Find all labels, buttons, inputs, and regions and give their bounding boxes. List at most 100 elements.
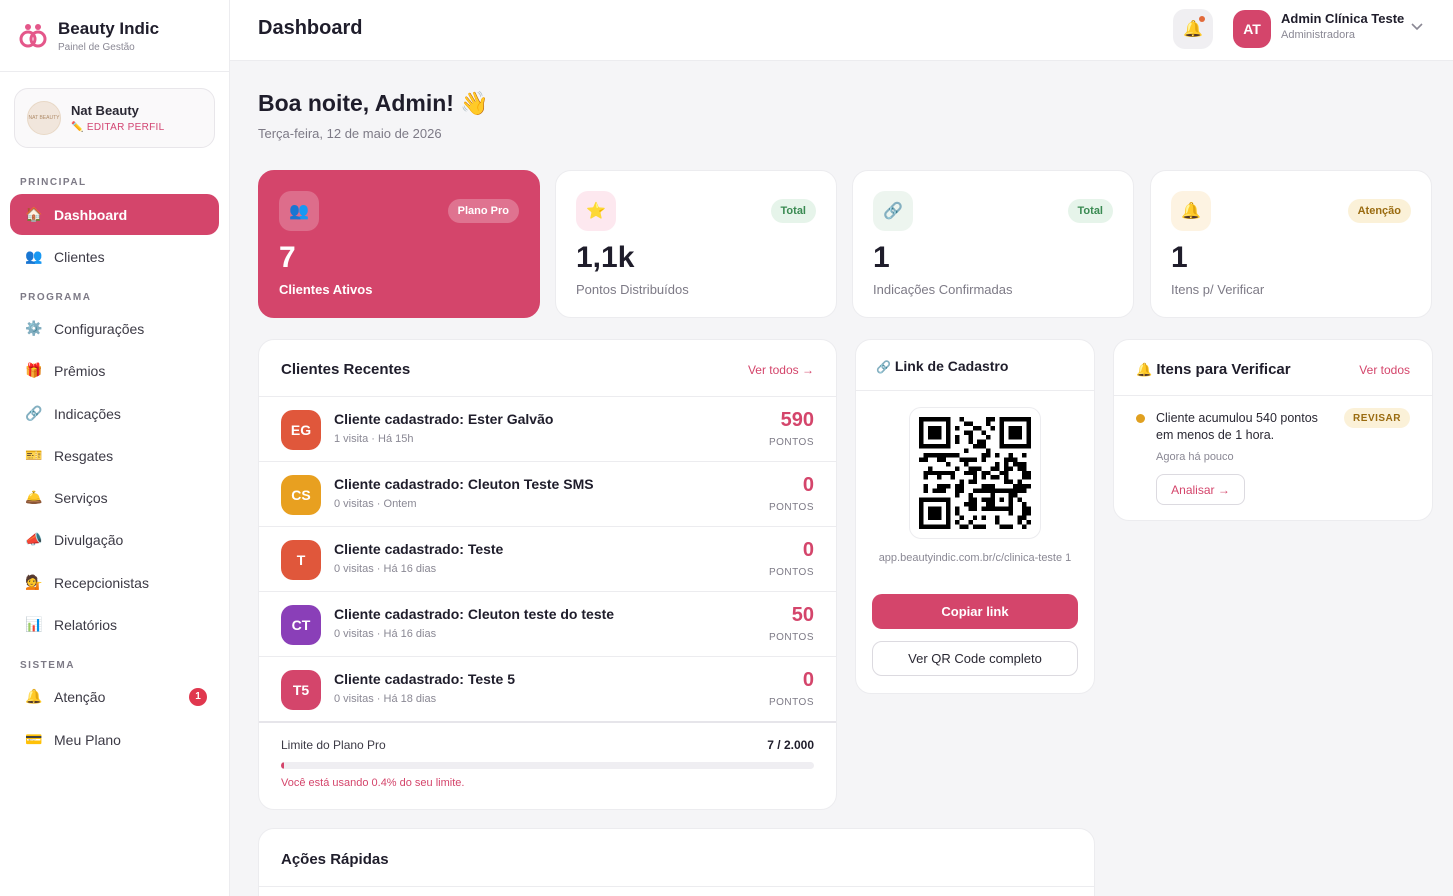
nav-item-relatorios[interactable]: 📊 Relatórios [10,604,219,645]
points-label: PONTOS [768,567,814,578]
verify-item-text: Cliente acumulou 540 pontos em menos de … [1156,411,1318,442]
users-icon: 👥 [25,248,43,264]
table-row[interactable]: T Cliente cadastrado: Teste 0 visitas · … [259,526,836,591]
plan-limit-progress [281,762,814,769]
avatar: CS [281,475,321,515]
table-row[interactable]: CS Cliente cadastrado: Cleuton Teste SMS… [259,461,836,526]
bell-icon: 🔔 [1183,21,1203,38]
plan-limit-note: Você está usando 0.4% do seu limite. [281,777,465,789]
client-meta: 0 visitas · Há 18 dias [334,693,437,705]
table-row[interactable]: T5 Cliente cadastrado: Teste 5 0 visitas… [259,656,836,721]
nav-label: Dashboard [54,206,128,223]
brand[interactable]: Beauty Indic Painel de Gestão [0,0,229,72]
nav-label: Serviços [54,489,108,506]
stat-card-verificar[interactable]: 🔔 Atenção 1 Itens p/ Verificar [1150,170,1432,318]
points-label: PONTOS [768,632,814,643]
brand-subtitle: Painel de Gestão [58,41,135,53]
divider [856,390,1094,391]
nav-label: Divulgação [54,531,124,548]
signup-title: Link de Cadastro [894,358,1009,374]
nav-item-configuracoes[interactable]: ⚙️ Configurações [10,308,219,349]
star-icon: ⭐ [576,191,616,231]
bell-icon: 🔔 [1136,362,1153,377]
nav-item-resgates[interactable]: 🎫 Resgates [10,435,219,476]
stat-card-indicacoes[interactable]: 🔗 Total 1 Indicações Confirmadas [852,170,1134,318]
client-points: 590 [780,409,814,431]
users-icon: 👥 [279,191,319,231]
ticket-icon: 🎫 [25,447,43,463]
user-name[interactable]: Admin Clínica Teste [1281,11,1404,26]
house-icon: 🏠 [25,206,43,222]
total-badge: Total [1067,199,1113,223]
nav-label: Meu Plano [54,731,121,748]
gear-icon: ⚙️ [25,320,43,336]
user-avatar[interactable]: AT [1233,10,1271,48]
client-meta: 0 visitas · Ontem [334,498,417,510]
edit-profile-link[interactable]: ✏️ EDITAR PERFIL [71,122,164,133]
section-label-programa: PROGRAMA [20,292,92,303]
attention-badge: Atenção [1347,199,1411,223]
section-label-principal: PRINCIPAL [20,177,87,188]
notification-dot [1199,16,1205,22]
client-points: 0 [802,539,814,561]
copy-link-button[interactable]: Copiar link [872,594,1078,629]
divider [1114,395,1432,396]
nav-item-indicacoes[interactable]: 🔗 Indicações [10,393,219,434]
verify-title: Itens para Verificar [1156,361,1291,378]
stat-label: Clientes Ativos [279,282,373,297]
bar-chart-icon: 📊 [25,616,43,632]
nav-item-clientes[interactable]: 👥 Clientes [10,236,219,277]
see-all-verify-link[interactable]: Ver todos [1359,363,1410,377]
nav-item-servicos[interactable]: 🛎️ Serviços [10,477,219,518]
profile-avatar: NAT BEAUTY [27,101,61,135]
nav-item-premios[interactable]: 🎁 Prêmios [10,350,219,391]
stat-card-pontos[interactable]: ⭐ Total 1,1k Pontos Distribuídos [555,170,837,318]
section-label-sistema: SISTEMA [20,660,75,671]
nav-label: Recepcionistas [54,574,149,591]
plan-limit-fill [281,762,284,769]
nav-item-dashboard[interactable]: 🏠 Dashboard [10,194,219,235]
nav-item-divulgacao[interactable]: 📣 Divulgação [10,519,219,560]
view-qr-button[interactable]: Ver QR Code completo [872,641,1078,676]
notification-badge: 1 [189,687,207,706]
notifications-button[interactable]: 🔔 [1173,9,1213,49]
profile-name: Nat Beauty [71,103,139,118]
nav-item-atencao[interactable]: 🔔 Atenção 1 [10,676,219,717]
link-icon: 🔗 [873,191,913,231]
client-points: 0 [802,669,814,691]
see-all-clients-link[interactable]: Ver todos → [748,363,814,377]
table-row[interactable]: CT Cliente cadastrado: Cleuton teste do … [259,591,836,656]
stat-value: 7 [279,241,296,274]
nav-item-recepcionistas[interactable]: 💁 Recepcionistas [10,562,219,603]
stat-label: Itens p/ Verificar [1171,282,1265,297]
pencil-icon: ✏️ [71,122,84,133]
service-bell-icon: 🛎️ [25,489,43,505]
greeting-title: Boa noite, Admin! 👋 [258,90,489,116]
nav-item-meu-plano[interactable]: 💳 Meu Plano [10,719,219,760]
link-icon: 🔗 [876,360,891,374]
credit-card-icon: 💳 [25,731,43,747]
signup-link-panel: 🔗 Link de Cadastro app.beautyindic.com.b… [855,339,1095,694]
review-badge: REVISAR [1344,408,1410,428]
brand-logo-icon [19,23,47,47]
client-title: Cliente cadastrado: Teste 5 [334,671,516,687]
signup-url[interactable]: app.beautyindic.com.br/c/clinica-teste 1 [856,550,1094,566]
client-title: Cliente cadastrado: Ester Galvão [334,411,554,427]
analyze-button[interactable]: Analisar → [1156,474,1245,505]
panel-title: 🔗 Link de Cadastro [876,358,1008,374]
panel-title: 🔔 Itens para Verificar [1136,361,1291,378]
qr-code[interactable] [909,407,1041,539]
stat-card-clientes-ativos[interactable]: 👥 Plano Pro 7 Clientes Ativos [258,170,540,318]
plan-limit-value: 7 / 2.000 [767,738,814,752]
profile-avatar-text: NAT BEAUTY [28,115,60,121]
profile-card[interactable]: NAT BEAUTY Nat Beauty ✏️ EDITAR PERFIL [14,88,215,148]
stat-label: Indicações Confirmadas [873,282,1013,297]
nav-label: Prêmios [54,362,106,379]
stat-label: Pontos Distribuídos [576,282,689,297]
chevron-down-icon[interactable] [1411,20,1423,34]
nav-label: Configurações [54,320,145,337]
table-row[interactable]: EG Cliente cadastrado: Ester Galvão 1 vi… [259,396,836,461]
panel-title: Ações Rápidas [281,851,389,868]
points-label: PONTOS [768,437,814,448]
user-role: Administradora [1281,29,1355,41]
